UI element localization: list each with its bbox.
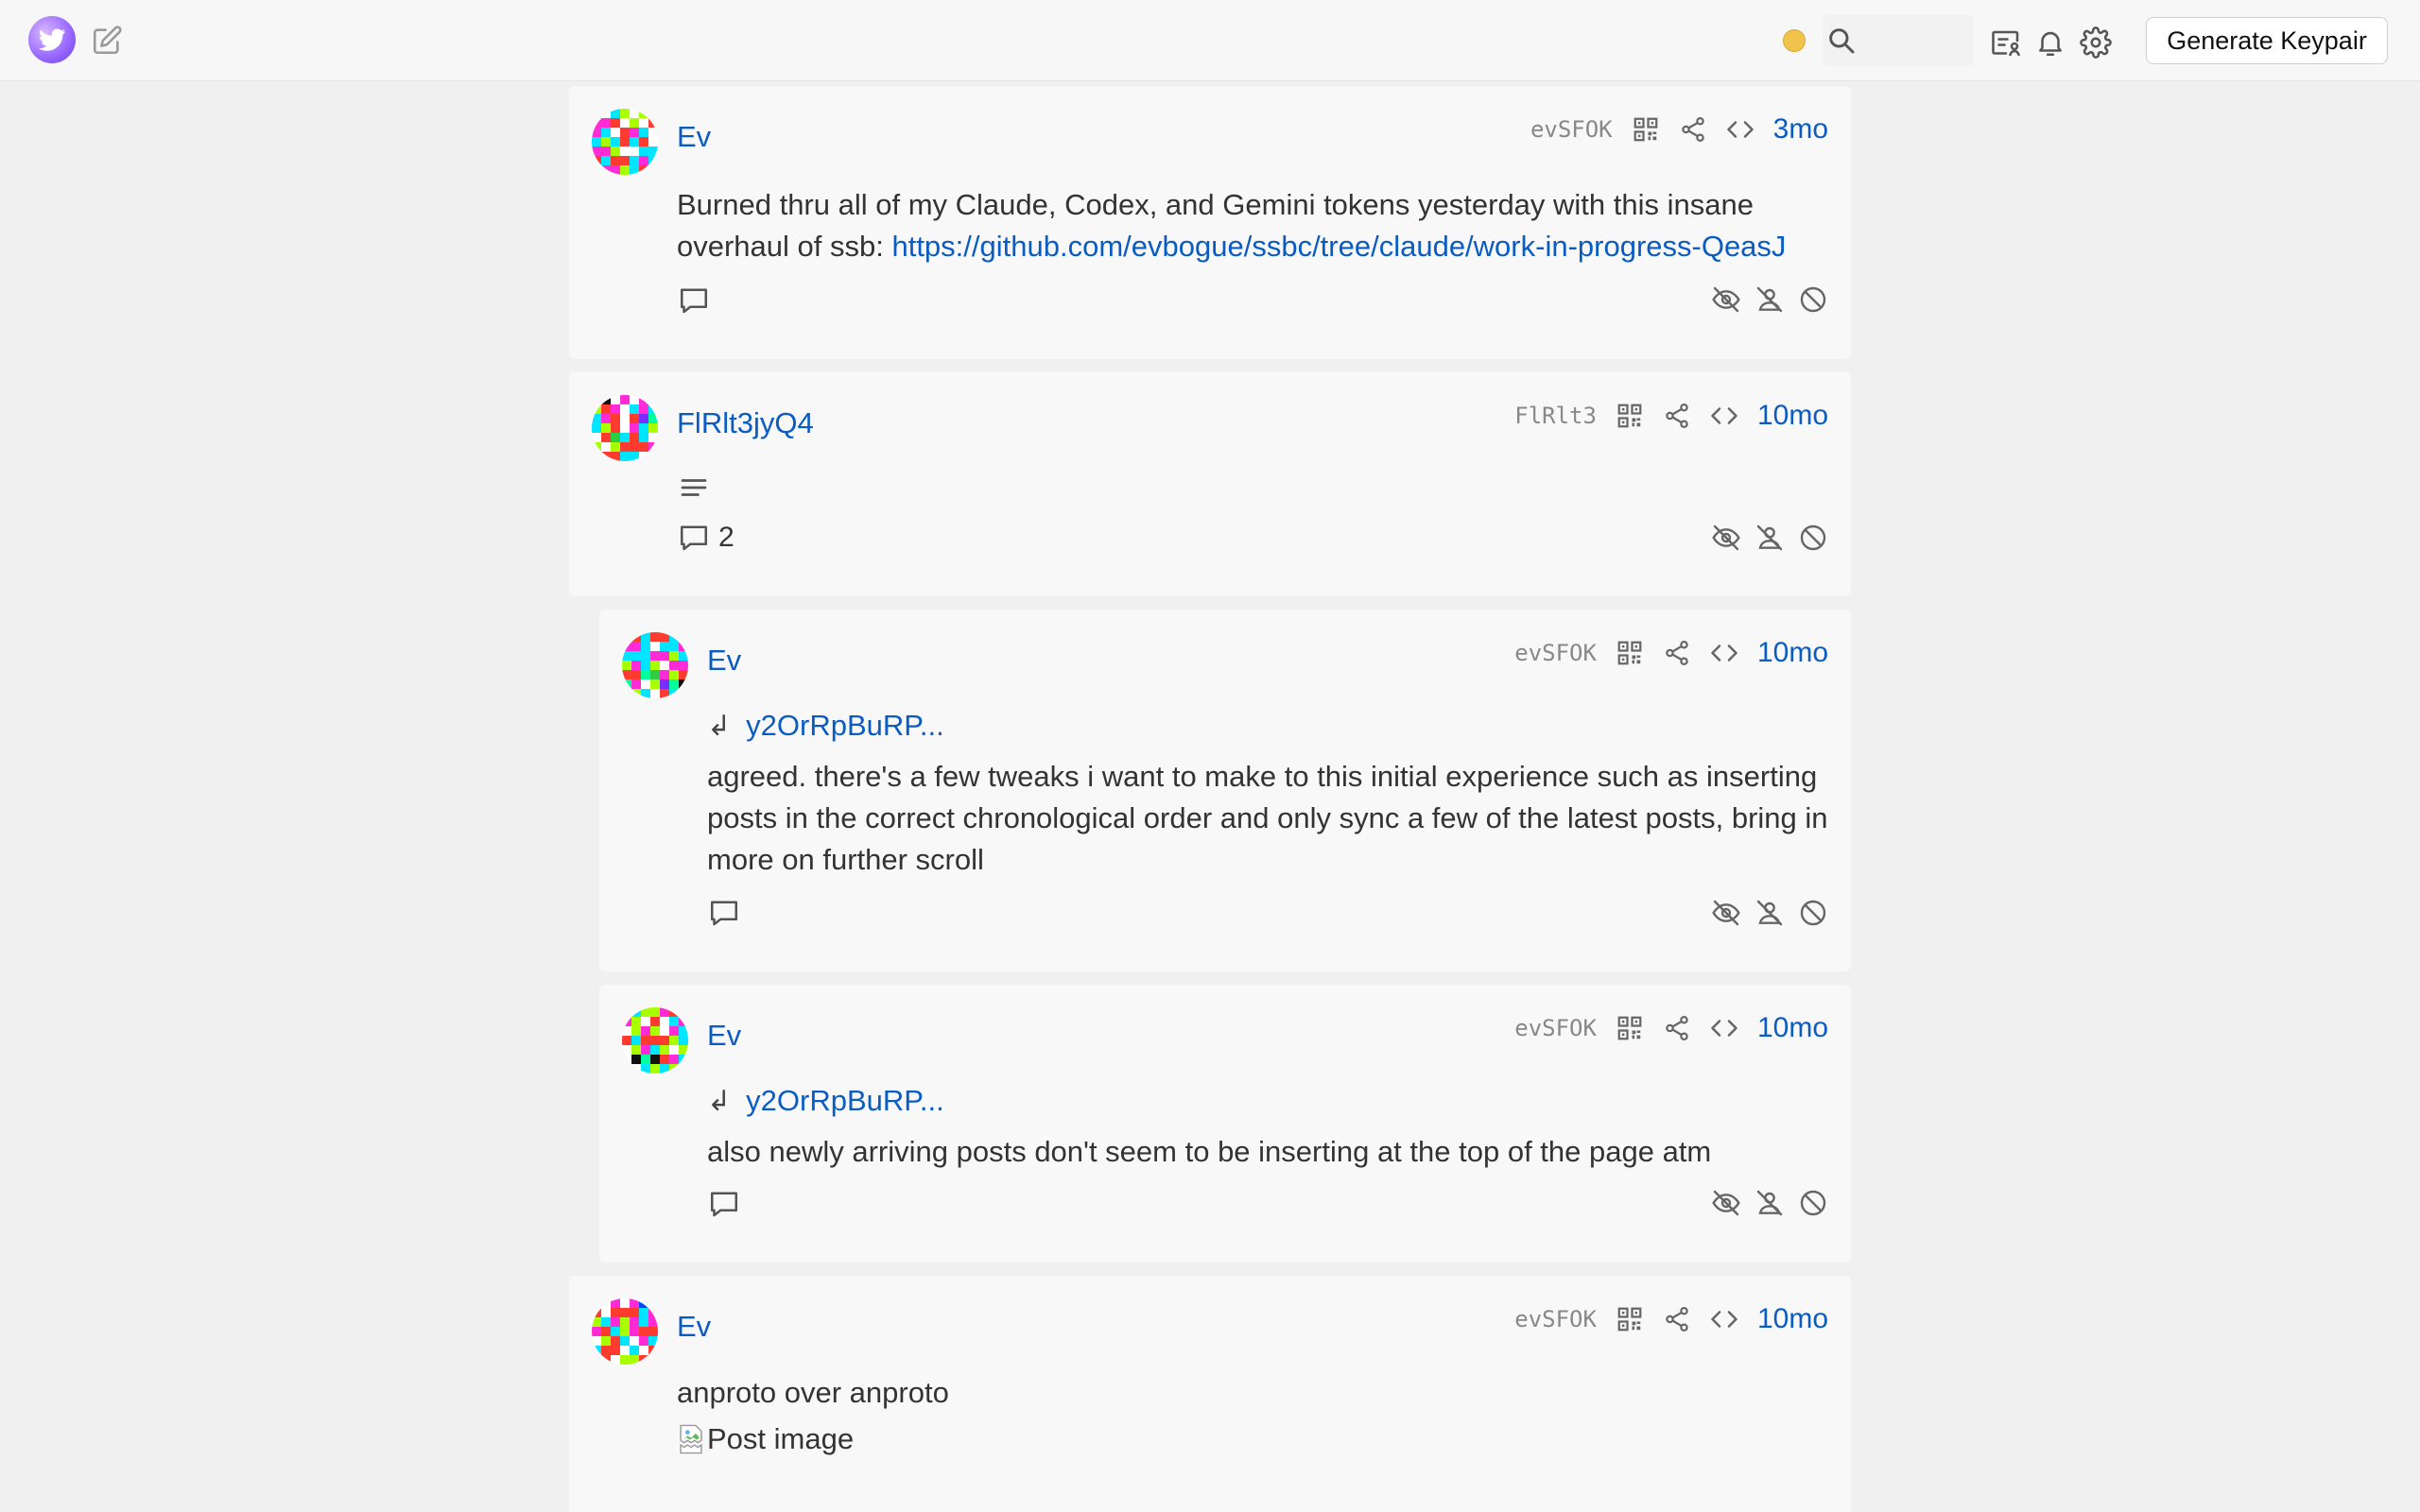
code-icon[interactable]: [1710, 1305, 1738, 1333]
code-icon[interactable]: [1710, 639, 1738, 667]
bell-icon[interactable]: [2034, 26, 2066, 59]
share-icon[interactable]: [1663, 1014, 1691, 1042]
author-name[interactable]: Ev: [707, 644, 741, 678]
moderation-actions: [1711, 523, 1828, 553]
reply-reference: ↲ y2OrRpBuRP...: [707, 709, 944, 743]
comment-icon: [707, 1187, 741, 1221]
avatar[interactable]: [592, 109, 658, 175]
mute-user-icon[interactable]: [1754, 1188, 1785, 1218]
post-header-actions: evSFOK 3mo: [1530, 112, 1828, 146]
post-text: also newly arriving posts don't seem to …: [707, 1135, 1712, 1168]
post-age-link[interactable]: 10mo: [1757, 1012, 1828, 1044]
post-card: Ev evSFOK 3mo Burned thru all of my Clau…: [569, 86, 1851, 359]
reply-arrow-icon: ↲: [707, 710, 732, 742]
post-text: agreed. there's a few tweaks i want to m…: [707, 760, 1828, 876]
post-text: Burned thru all of my Claude, Codex, and…: [677, 184, 1811, 267]
code-icon[interactable]: [1726, 115, 1754, 144]
code-icon[interactable]: [1710, 402, 1738, 430]
block-user-icon[interactable]: [1798, 898, 1828, 928]
gear-icon[interactable]: [2080, 26, 2112, 59]
post-header-actions: evSFOK 10mo: [1514, 1302, 1828, 1336]
post-text: anproto over anproto: [677, 1376, 949, 1409]
qr-code-icon[interactable]: [1616, 402, 1644, 430]
connection-status-dot: [1783, 29, 1806, 52]
post-header-actions: evSFOK 10mo: [1514, 1011, 1828, 1045]
block-user-icon[interactable]: [1798, 1188, 1828, 1218]
qr-code-icon[interactable]: [1632, 115, 1660, 144]
author-name[interactable]: Ev: [707, 1019, 741, 1053]
comment-button[interactable]: [707, 896, 749, 930]
reply-arrow-icon: ↲: [707, 1085, 732, 1117]
broken-image-icon: [680, 1424, 702, 1454]
comment-button[interactable]: 2: [677, 521, 735, 555]
author-name[interactable]: Ev: [677, 1310, 711, 1344]
post-header-actions: FlRlt3 10mo: [1514, 399, 1828, 433]
comment-button[interactable]: [677, 284, 718, 318]
reply-card: Ev evSFOK 10mo ↲ y2OrRpBuRP... also newl…: [599, 985, 1851, 1263]
hide-post-icon[interactable]: [1711, 1188, 1741, 1218]
comment-button[interactable]: [707, 1187, 749, 1221]
top-bar: Generate Keypair: [0, 0, 2420, 81]
block-user-icon[interactable]: [1798, 284, 1828, 315]
moderation-actions: [1711, 898, 1828, 928]
block-user-icon[interactable]: [1798, 523, 1828, 553]
reply-reference: ↲ y2OrRpBuRP...: [707, 1084, 944, 1118]
hide-post-icon[interactable]: [1711, 523, 1741, 553]
avatar[interactable]: [592, 1298, 658, 1365]
profile-card-icon[interactable]: [1989, 26, 2023, 60]
share-icon[interactable]: [1663, 639, 1691, 667]
code-icon[interactable]: [1710, 1014, 1738, 1042]
post-image-alt: Post image: [707, 1422, 855, 1455]
post-card: Ev evSFOK 10mo anproto over anproto Post…: [569, 1276, 1851, 1512]
moderation-actions: [1711, 284, 1828, 315]
short-id: FlRlt3: [1514, 403, 1597, 429]
short-id: evSFOK: [1514, 1306, 1597, 1332]
mute-user-icon[interactable]: [1754, 898, 1785, 928]
short-id: evSFOK: [1514, 640, 1597, 666]
text-lines-icon[interactable]: [677, 471, 711, 505]
author-name[interactable]: Ev: [677, 120, 711, 154]
qr-code-icon[interactable]: [1616, 639, 1644, 667]
avatar[interactable]: [622, 1007, 688, 1074]
post-header-actions: evSFOK 10mo: [1514, 636, 1828, 670]
mute-user-icon[interactable]: [1754, 284, 1785, 315]
comment-icon: [707, 896, 741, 930]
share-icon[interactable]: [1663, 1305, 1691, 1333]
post-image[interactable]: Post image: [677, 1422, 854, 1456]
bird-logo-icon[interactable]: [28, 16, 76, 63]
post-link[interactable]: https://github.com/evbogue/ssbc/tree/cla…: [891, 230, 1786, 263]
reply-card: Ev evSFOK 10mo ↲ y2OrRpBuRP... agreed. t…: [599, 610, 1851, 971]
short-id: evSFOK: [1514, 1015, 1597, 1041]
post-age-link[interactable]: 3mo: [1773, 113, 1828, 146]
post-age-link[interactable]: 10mo: [1757, 637, 1828, 669]
search-icon: [1826, 26, 1857, 56]
reply-to-link[interactable]: y2OrRpBuRP...: [746, 709, 944, 743]
avatar[interactable]: [592, 395, 658, 461]
mute-user-icon[interactable]: [1754, 523, 1785, 553]
author-name[interactable]: FlRlt3jyQ4: [677, 406, 814, 440]
hide-post-icon[interactable]: [1711, 284, 1741, 315]
share-icon[interactable]: [1679, 115, 1707, 144]
generate-keypair-button[interactable]: Generate Keypair: [2146, 17, 2388, 64]
short-id: evSFOK: [1530, 116, 1613, 143]
comment-icon: [677, 521, 711, 555]
moderation-actions: [1711, 1188, 1828, 1218]
avatar[interactable]: [622, 632, 688, 698]
qr-code-icon[interactable]: [1616, 1305, 1644, 1333]
share-icon[interactable]: [1663, 402, 1691, 430]
post-age-link[interactable]: 10mo: [1757, 1303, 1828, 1335]
comment-count: 2: [718, 522, 735, 553]
reply-to-link[interactable]: y2OrRpBuRP...: [746, 1084, 944, 1118]
qr-code-icon[interactable]: [1616, 1014, 1644, 1042]
hide-post-icon[interactable]: [1711, 898, 1741, 928]
post-age-link[interactable]: 10mo: [1757, 400, 1828, 432]
comment-icon: [677, 284, 711, 318]
compose-icon[interactable]: [91, 25, 123, 57]
post-card: FlRlt3jyQ4 FlRlt3 10mo 2: [569, 371, 1851, 596]
